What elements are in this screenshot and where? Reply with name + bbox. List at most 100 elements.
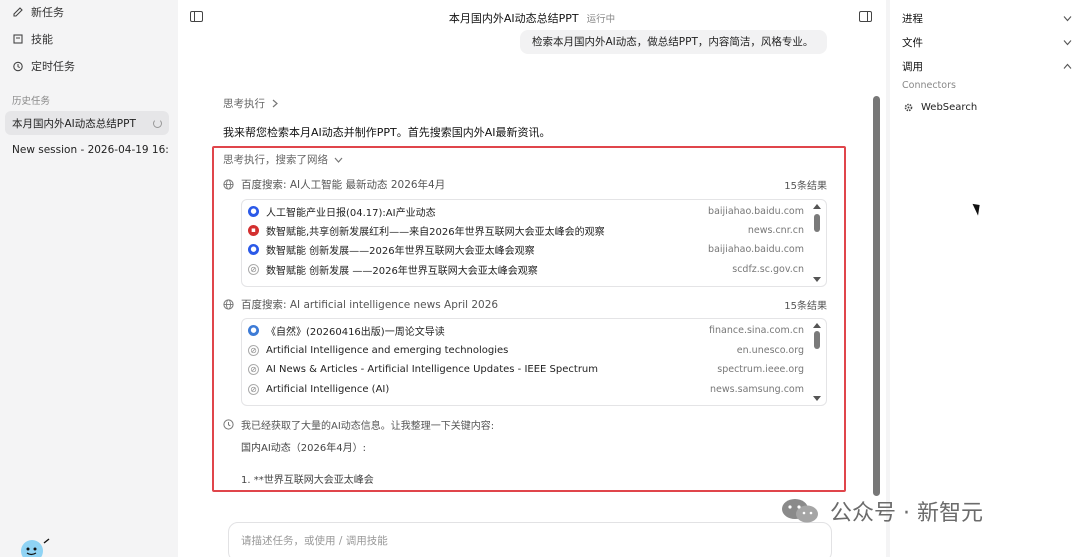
result-title: 数智赋能 创新发展 ——2026年世界互联网大会亚太峰会观察 <box>266 265 538 277</box>
result-title: Artificial Intelligence (AI) <box>266 383 390 395</box>
search-result-row[interactable]: ● 数智赋能 创新发展——2026年世界互联网大会亚太峰会观察 baijiaha… <box>248 240 804 258</box>
link-icon: ⊘ <box>248 363 259 375</box>
result-domain: news.cnr.cn <box>747 224 804 236</box>
left-sidebar: 新任务 技能 定时任务 历史任务 本月国内外AI动态总结PPT New sess… <box>0 0 178 557</box>
result-title: 《自然》(20260416出版)一周论文导读 <box>266 326 445 338</box>
connector-websearch[interactable]: WebSearch <box>904 102 977 113</box>
scroll-up-arrow-icon[interactable] <box>813 323 821 328</box>
section-progress[interactable]: 进程 <box>902 10 1072 26</box>
result-domain: baijiahao.baidu.com <box>708 205 804 217</box>
globe-icon <box>223 179 234 190</box>
thinking-label: 思考执行 <box>223 98 265 110</box>
nav-new-task-label: 新任务 <box>31 6 64 19</box>
section-label: 调用 <box>902 60 923 73</box>
summary-header: 我已经获取了大量的AI动态信息。让我整理一下关键内容: <box>223 417 494 432</box>
chevron-up-icon <box>1063 63 1072 69</box>
scroll-up-arrow-icon[interactable] <box>813 204 821 209</box>
chevron-down-icon <box>1063 39 1072 45</box>
search-result-row[interactable]: ⊘ 数智赋能 创新发展 ——2026年世界互联网大会亚太峰会观察 scdfz.s… <box>248 260 804 278</box>
search-query: 百度搜索: AI人工智能 最新动态 2026年4月 <box>241 179 446 191</box>
sina-icon: ● <box>248 324 259 336</box>
search-result-row[interactable]: ● 人工智能产业日报(04.17):AI产业动态 baijiahao.baidu… <box>248 202 804 220</box>
section-calls[interactable]: 调用 <box>902 58 1072 74</box>
nav-skills-label: 技能 <box>31 33 53 46</box>
section-label: 进程 <box>902 12 923 25</box>
baidu-paw-icon: ● <box>248 243 259 255</box>
gear-icon <box>904 103 913 112</box>
result-count: 15条结果 <box>784 181 827 192</box>
nav-skills[interactable]: 技能 <box>12 30 53 48</box>
globe-icon <box>223 299 234 310</box>
result-title: Artificial Intelligence and emerging tec… <box>266 344 509 356</box>
chevron-down-icon <box>334 157 343 163</box>
chevron-right-icon <box>272 99 278 108</box>
search-query-header[interactable]: 百度搜索: AI artificial intelligence news Ap… <box>223 297 498 312</box>
link-icon: ⊘ <box>248 263 259 275</box>
search-group-label: 思考执行，搜索了网络 <box>223 154 328 166</box>
result-title: 数智赋能,共享创新发展红利——来自2026年世界互联网大会亚太峰会的观察 <box>266 226 605 238</box>
search-query-header[interactable]: 百度搜索: AI人工智能 最新动态 2026年4月 <box>223 177 445 192</box>
mascot-avatar-icon <box>21 538 50 557</box>
result-title: 数智赋能 创新发展——2026年世界互联网大会亚太峰会观察 <box>266 245 535 257</box>
summary-line: 国内AI动态（2026年4月）: <box>241 443 366 454</box>
edit-icon <box>13 7 23 17</box>
section-label: 文件 <box>902 36 923 49</box>
result-count: 15条结果 <box>784 301 827 312</box>
conversation-title-bar: 本月国内外AI动态总结PPT 运行中 <box>178 10 886 26</box>
result-domain: scdfz.sc.gov.cn <box>732 263 804 275</box>
session-item-active[interactable]: 本月国内外AI动态总结PPT <box>5 111 169 135</box>
search-result-row[interactable]: ⊘ Artificial Intelligence (AI) news.sams… <box>248 380 804 398</box>
chevron-down-icon <box>1063 15 1072 21</box>
search-result-row[interactable]: ▪ 数智赋能,共享创新发展红利——来自2026年世界互联网大会亚太峰会的观察 n… <box>248 221 804 239</box>
search-group-toggle[interactable]: 思考执行，搜索了网络 <box>223 152 343 167</box>
link-icon: ⊘ <box>248 383 259 395</box>
assistant-message: 我来帮您检索本月AI动态并制作PPT。首先搜索国内外AI最新资讯。 <box>223 126 551 139</box>
result-domain: en.unesco.org <box>736 344 804 356</box>
result-domain: baijiahao.baidu.com <box>708 243 804 255</box>
main-panel: 本月国内外AI动态总结PPT 运行中 检索本月国内外AI动态，做总结PPT，内容简… <box>178 0 886 557</box>
scroll-down-arrow-icon[interactable] <box>813 396 821 401</box>
session-title: 本月国内外AI动态总结PPT <box>12 117 136 130</box>
search-result-row[interactable]: ⊘ Artificial Intelligence and emerging t… <box>248 341 804 359</box>
cnr-icon: ▪ <box>248 224 259 236</box>
search-results-list[interactable]: ● 人工智能产业日报(04.17):AI产业动态 baijiahao.baidu… <box>241 199 827 287</box>
nav-scheduled-tasks[interactable]: 定时任务 <box>12 57 75 75</box>
results-scrollbar[interactable] <box>813 204 822 282</box>
connectors-label: Connectors <box>902 80 956 91</box>
connector-name: WebSearch <box>921 102 978 113</box>
skills-icon <box>13 34 23 44</box>
search-result-row[interactable]: ● 《自然》(20260416出版)一周论文导读 finance.sina.co… <box>248 321 804 339</box>
main-scrollbar-thumb[interactable] <box>873 96 880 496</box>
thinking-toggle[interactable]: 思考执行 <box>223 96 279 111</box>
result-domain: spectrum.ieee.org <box>717 363 804 375</box>
conversation-title: 本月国内外AI动态总结PPT <box>448 12 579 25</box>
result-domain: news.samsung.com <box>710 383 804 395</box>
session-item[interactable]: New session - 2026-04-19 16:... <box>5 138 169 162</box>
nav-scheduled-label: 定时任务 <box>31 60 75 73</box>
scroll-thumb[interactable] <box>814 331 820 349</box>
results-scrollbar[interactable] <box>813 323 822 401</box>
status-badge: 运行中 <box>586 14 616 25</box>
search-results-list[interactable]: ● 《自然》(20260416出版)一周论文导读 finance.sina.co… <box>241 318 827 406</box>
session-title: New session - 2026-04-19 16:... <box>12 144 169 156</box>
loading-spinner-icon <box>153 118 162 128</box>
scroll-down-arrow-icon[interactable] <box>813 277 821 282</box>
toggle-right-panel-button[interactable] <box>859 11 872 22</box>
scroll-thumb[interactable] <box>814 214 820 232</box>
result-domain: finance.sina.com.cn <box>709 324 804 336</box>
result-title: AI News & Articles - Artificial Intellig… <box>266 363 599 375</box>
user-message: 检索本月国内外AI动态，做总结PPT，内容简洁，风格专业。 <box>520 30 827 54</box>
watermark: 公众号 · 新智元 <box>778 495 983 527</box>
summary-text: 我已经获取了大量的AI动态信息。让我整理一下关键内容: <box>241 421 495 432</box>
link-icon: ⊘ <box>248 344 259 356</box>
nav-new-task[interactable]: 新任务 <box>12 3 64 21</box>
right-panel: 进程 文件 调用 Connectors WebSearch <box>886 0 1080 557</box>
search-query: 百度搜索: AI artificial intelligence news Ap… <box>241 299 499 311</box>
task-input-box[interactable] <box>228 522 832 557</box>
baidu-paw-icon: ● <box>248 205 259 217</box>
history-label: 历史任务 <box>12 96 51 107</box>
task-input[interactable] <box>241 535 819 547</box>
wechat-logo-icon <box>782 499 818 523</box>
section-files[interactable]: 文件 <box>902 34 1072 50</box>
search-result-row[interactable]: ⊘ AI News & Articles - Artificial Intell… <box>248 360 804 378</box>
